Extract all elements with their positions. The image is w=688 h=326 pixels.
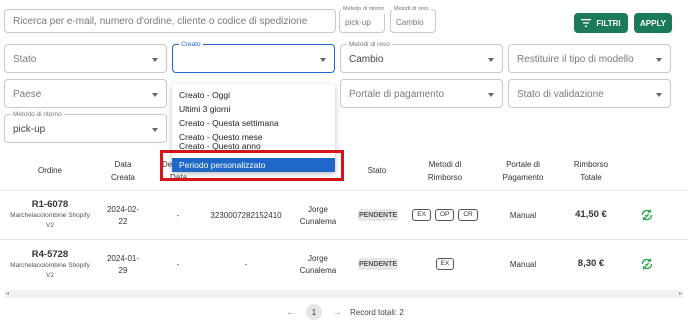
highlight-box [160, 150, 344, 181]
method-chip-cr: CR [458, 209, 478, 221]
prev-page-arrow-icon[interactable]: ← [286, 307, 296, 318]
return-method-quick-field[interactable]: Metodo di ritorno pick-up [339, 5, 387, 33]
validazione-select[interactable]: Stato di validazione [508, 79, 671, 108]
chevron-down-icon [488, 58, 494, 62]
tracking-code[interactable]: 3230007282152410 [205, 210, 287, 222]
metodo-di-ritorno-legend: Metodo di ritorno [11, 110, 64, 119]
chevron-down-icon [152, 128, 158, 132]
refund-methods: EX [410, 257, 480, 270]
portale-select[interactable]: Portale di pagamento [340, 79, 503, 108]
metodi-di-reso-select[interactable]: Metodi di reso Cambio [340, 40, 503, 73]
page-number-button[interactable]: 1 [306, 304, 322, 320]
refund-total: 41,50 € [575, 209, 607, 220]
store-name: Marchelacolombine Shopify V2 [10, 212, 90, 229]
validazione-placeholder: Stato di validazione [517, 89, 604, 100]
row-divider [0, 239, 688, 240]
header-portale-pagamento: Portale di Pagamento [502, 160, 544, 182]
payment-portal: Manual [509, 211, 537, 220]
method-chip-op: OP [434, 209, 455, 221]
apply-button-label: APPLY [640, 18, 666, 28]
metodi-di-reso-value: Cambio [349, 54, 384, 65]
date-created: 2024-01- 29 [106, 254, 140, 275]
method-chip-ex: EX [412, 209, 431, 221]
store-name: Marchelacolombine Shopify V2 [10, 262, 90, 279]
apply-button[interactable]: APPLY [634, 13, 672, 33]
chevron-down-icon [656, 93, 662, 97]
return-method-quick-legend: Metodo di ritorno [341, 5, 387, 14]
chevron-down-icon [488, 93, 494, 97]
sync-icon[interactable] [640, 208, 654, 225]
pagination: ← 1 → Record totali: 2 [286, 304, 404, 320]
paese-select[interactable]: Paese [4, 79, 167, 108]
creato-legend: Creato [179, 40, 203, 49]
next-page-arrow-icon[interactable]: → [332, 307, 342, 318]
scroll-left-arrow-icon[interactable]: ◂ [6, 291, 9, 297]
stato-select[interactable]: Stato [4, 44, 167, 73]
paese-placeholder: Paese [13, 89, 42, 100]
customer-name: Jorge Cunalema [299, 205, 337, 226]
header-stato: Stato [367, 166, 387, 175]
delivery-date: - [176, 211, 180, 220]
refund-method-quick-field[interactable]: Metodi di reso Cambio [390, 5, 436, 33]
menu-item-creato-oggi[interactable]: Creato - Oggi [172, 88, 335, 102]
menu-item-questa-settimana[interactable]: Creato - Questa settimana [172, 116, 335, 130]
header-metodi-rimborso: Metodi di Rimborso [427, 160, 463, 182]
filters-button-label: FILTRI [596, 18, 621, 28]
total-records-label: Record totali: 2 [350, 307, 404, 317]
header-divider [0, 190, 688, 191]
order-id[interactable]: R4-5728 [0, 249, 100, 261]
chevron-down-icon [152, 58, 158, 62]
restituire-placeholder: Restituire il tipo di modello [517, 54, 634, 65]
sync-icon[interactable] [640, 257, 654, 274]
order-id[interactable]: R1-6078 [0, 199, 100, 211]
portale-placeholder: Portale di pagamento [349, 89, 445, 100]
refund-methods: EX OP CR [410, 208, 480, 221]
refund-total: 8,30 € [577, 258, 605, 269]
chevron-down-icon [152, 93, 158, 97]
return-method-quick-value: pick-up [345, 18, 371, 27]
date-created: 2024-02- 22 [106, 205, 140, 226]
creato-select[interactable]: Creato [172, 40, 335, 73]
scroll-right-arrow-icon[interactable]: ▸ [679, 291, 682, 297]
search-placeholder: Ricerca per e-mail, numero d'ordine, cli… [13, 16, 308, 27]
status-badge: PENDENTE [358, 258, 398, 270]
payment-portal: Manual [509, 260, 537, 269]
metodo-di-ritorno-value: pick-up [13, 124, 46, 135]
chevron-down-icon [656, 58, 662, 62]
header-rimborso-totale: Rimborso Totale [573, 160, 609, 182]
chevron-down-icon [320, 58, 326, 62]
tracking-code: - [244, 260, 248, 269]
horizontal-scrollbar[interactable]: ◂ ▸ [4, 290, 684, 298]
header-data-creata: Data Creata [110, 160, 135, 182]
customer-name: Jorge Cunalema [299, 254, 337, 275]
stato-placeholder: Stato [13, 54, 37, 65]
search-input[interactable]: Ricerca per e-mail, numero d'ordine, cli… [4, 9, 336, 33]
status-badge: PENDENTE [358, 209, 398, 221]
metodi-di-reso-legend: Metodi di reso [347, 40, 392, 49]
delivery-date: - [176, 260, 180, 269]
metodo-di-ritorno-select[interactable]: Metodo di ritorno pick-up [4, 110, 167, 143]
filter-icon [581, 19, 592, 27]
refund-method-quick-value: Cambio [396, 18, 424, 27]
method-chip-ex: EX [435, 258, 455, 270]
restituire-select[interactable]: Restituire il tipo di modello [508, 44, 671, 73]
menu-item-ultimi-3-giorni[interactable]: Ultimi 3 giorni [172, 102, 335, 116]
header-ordine: Ordine [37, 166, 62, 175]
refund-method-quick-legend: Metodi di reso [392, 5, 431, 14]
filters-button[interactable]: FILTRI [574, 13, 628, 33]
